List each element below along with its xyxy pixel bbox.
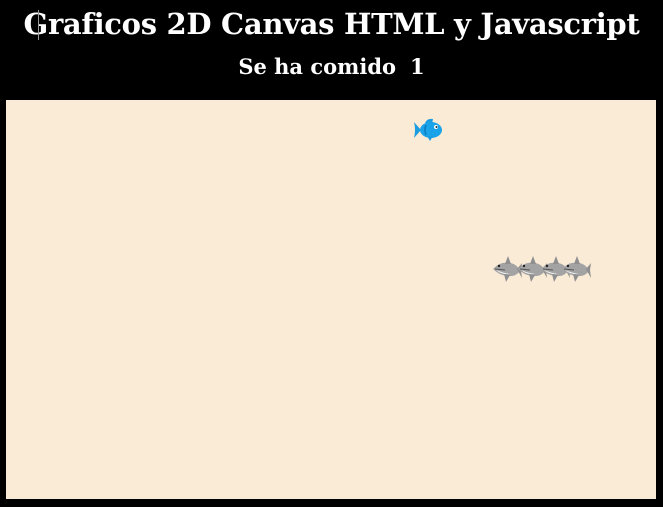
fish-icon bbox=[414, 118, 442, 141]
game-canvas[interactable] bbox=[6, 100, 656, 499]
page-title: Graficos 2D Canvas HTML y Javascript bbox=[23, 7, 640, 41]
score-line: Se ha comido 1 bbox=[0, 52, 663, 82]
score-value: 1 bbox=[410, 54, 425, 79]
shark-icon bbox=[562, 256, 591, 282]
score-label: Se ha comido bbox=[238, 54, 397, 79]
text-cursor bbox=[38, 10, 39, 40]
